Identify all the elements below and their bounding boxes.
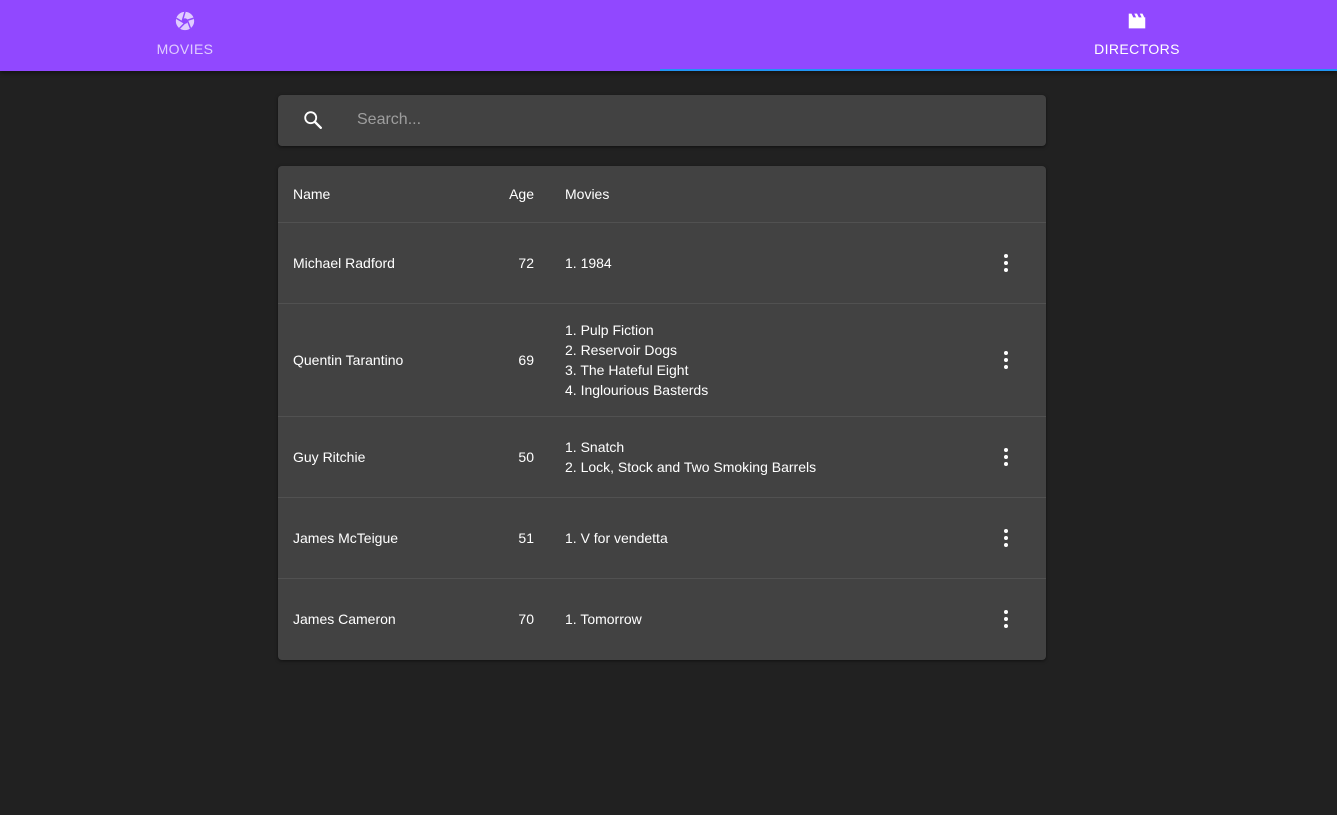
more-actions-button[interactable]	[991, 248, 1021, 278]
movie-item: 1. Snatch	[565, 439, 625, 455]
movie-item: 1. Tomorrow	[565, 611, 642, 627]
table-row: Michael Radford 72 1. 1984	[278, 223, 1046, 304]
more-vert-icon	[1004, 254, 1008, 272]
table-header-row: Name Age Movies	[278, 166, 1046, 223]
movies-list: 1. 1984	[565, 253, 612, 273]
tab-movies-label: MOVIES	[156, 41, 214, 57]
movie-item: 1. 1984	[565, 255, 612, 271]
tab-indicator	[660, 69, 1337, 71]
table-row: James Cameron 70 1. Tomorrow	[278, 579, 1046, 659]
movie-item: 2. Reservoir Dogs	[565, 342, 678, 358]
more-vert-icon	[1004, 610, 1008, 628]
movies-list: 1. Snatch 2. Lock, Stock and Two Smoking…	[565, 437, 816, 477]
movie-item: 1. V for vendetta	[565, 530, 668, 546]
more-vert-icon	[1004, 448, 1008, 466]
app-bar: MOVIES DIRECTORS	[0, 0, 1337, 71]
movies-list: 1. Tomorrow	[565, 609, 642, 629]
director-name: Guy Ritchie	[293, 449, 366, 465]
column-header-age[interactable]: Age	[478, 186, 534, 202]
clapperboard-icon	[1128, 13, 1146, 29]
column-header-name[interactable]: Name	[293, 186, 330, 202]
table-row: Quentin Tarantino 69 1. Pulp Fiction 2. …	[278, 304, 1046, 417]
column-header-movies[interactable]: Movies	[565, 186, 609, 202]
director-age: 70	[518, 611, 534, 627]
tab-directors-content[interactable]: DIRECTORS	[1037, 0, 1237, 71]
search-icon	[304, 111, 322, 129]
movie-item: 1. Pulp Fiction	[565, 322, 654, 338]
director-name: James McTeigue	[293, 530, 399, 546]
more-actions-button[interactable]	[991, 345, 1021, 375]
table-row: James McTeigue 51 1. V for vendetta	[278, 498, 1046, 579]
camera-aperture-icon	[175, 11, 195, 31]
director-age: 72	[518, 255, 534, 271]
tab-directors-label: DIRECTORS	[1094, 41, 1180, 57]
movie-item: 4. Inglourious Basterds	[565, 382, 709, 398]
director-age: 51	[518, 530, 534, 546]
table-row: Guy Ritchie 50 1. Snatch 2. Lock, Stock …	[278, 417, 1046, 498]
more-actions-button[interactable]	[991, 442, 1021, 472]
more-actions-button[interactable]	[991, 523, 1021, 553]
search-input[interactable]	[357, 106, 1017, 134]
director-name: Michael Radford	[293, 255, 395, 271]
more-actions-button[interactable]	[991, 604, 1021, 634]
director-age: 50	[518, 449, 534, 465]
tab-movies[interactable]: MOVIES	[0, 0, 370, 71]
director-name: Quentin Tarantino	[293, 352, 404, 368]
movie-item: 3. The Hateful Eight	[565, 362, 689, 378]
director-name: James Cameron	[293, 611, 396, 627]
movies-list: 1. Pulp Fiction 2. Reservoir Dogs 3. The…	[565, 320, 708, 400]
directors-table: Name Age Movies Michael Radford 72 1. 19…	[278, 166, 1046, 660]
more-vert-icon	[1004, 351, 1008, 369]
movies-list: 1. V for vendetta	[565, 528, 668, 548]
director-age: 69	[518, 352, 534, 368]
more-vert-icon	[1004, 529, 1008, 547]
movie-item: 2. Lock, Stock and Two Smoking Barrels	[565, 459, 817, 475]
